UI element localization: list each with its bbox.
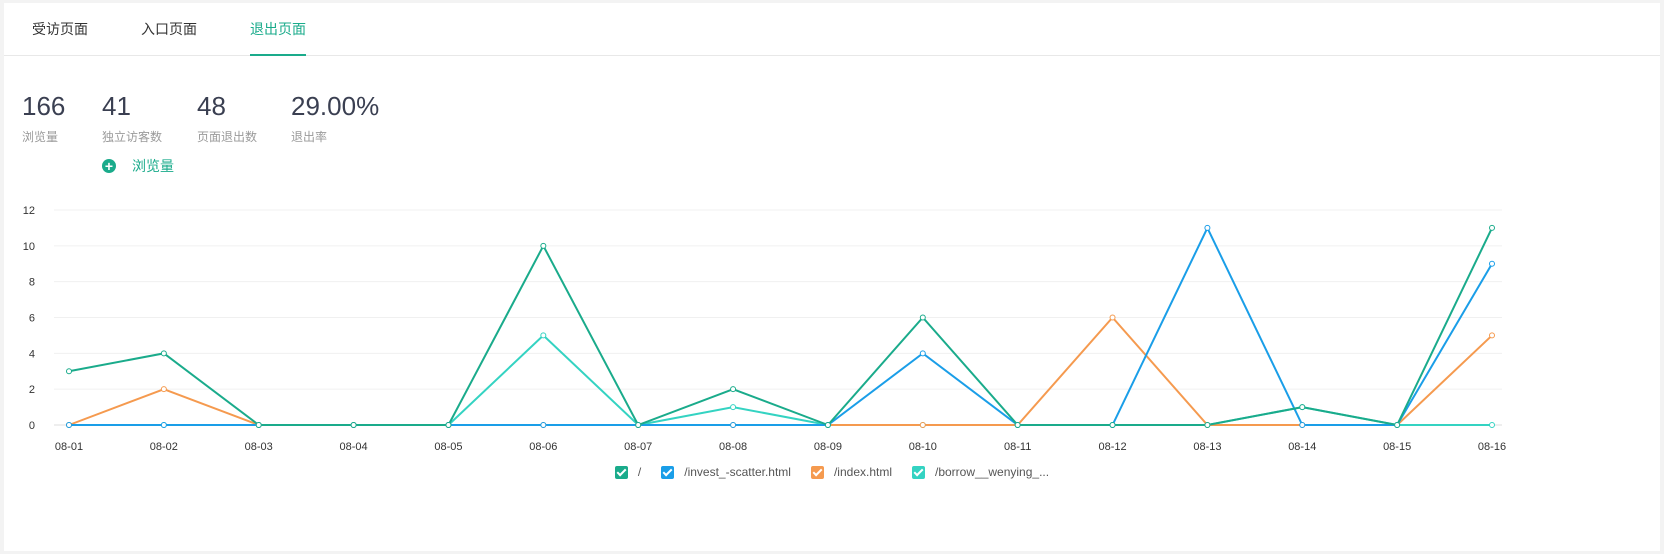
x-tick-label: 08-11 <box>1004 441 1031 453</box>
data-point <box>66 422 72 428</box>
data-point <box>540 332 547 339</box>
legend-checkbox-icon <box>614 465 628 479</box>
legend-label: /index.html <box>833 465 892 479</box>
data-point <box>919 422 926 428</box>
x-tick-label: 08-16 <box>1478 441 1506 453</box>
y-tick-label: 8 <box>29 277 35 289</box>
data-point <box>1299 404 1306 411</box>
data-point <box>540 242 547 249</box>
x-tick-label: 08-04 <box>340 441 368 453</box>
y-tick-label: 12 <box>23 205 35 217</box>
data-point <box>919 314 926 321</box>
x-tick-label: 08-08 <box>719 441 747 453</box>
data-point <box>919 350 926 357</box>
legend-checkbox-icon <box>661 465 675 479</box>
y-tick-label: 0 <box>29 420 35 432</box>
data-point <box>1204 422 1211 428</box>
chart-legend: / /invest_-scatter.html/index.html/borrow… <box>4 465 1660 479</box>
y-tick-label: 6 <box>29 313 35 325</box>
data-point <box>350 422 357 428</box>
data-point <box>1204 224 1211 231</box>
data-point <box>1109 314 1116 321</box>
legend-item[interactable]: /invest_-scatter.html <box>661 465 791 479</box>
legend-item[interactable]: /index.html <box>810 465 892 479</box>
data-point <box>1109 422 1116 428</box>
series-line <box>68 227 1493 427</box>
legend-item[interactable]: / <box>614 465 642 479</box>
series-line <box>68 315 1493 426</box>
data-point <box>635 422 642 428</box>
y-tick-label: 4 <box>29 348 35 360</box>
data-point <box>730 422 737 428</box>
data-point <box>1299 422 1306 428</box>
x-tick-label: 08-02 <box>150 441 178 453</box>
x-tick-label: 08-09 <box>814 441 842 453</box>
legend-label: /invest_-scatter.html <box>684 465 791 479</box>
y-tick-label: 10 <box>23 241 35 253</box>
legend-checkbox-icon <box>912 465 925 479</box>
series-line <box>69 225 1493 426</box>
data-point <box>1394 422 1401 428</box>
data-point <box>1014 422 1021 428</box>
x-tick-label: 08-10 <box>909 441 937 453</box>
data-point <box>1489 332 1495 339</box>
legend-item[interactable]: /borrow__wenying_... <box>912 465 1049 479</box>
data-point <box>160 386 167 393</box>
x-tick-label: 08-07 <box>624 441 652 453</box>
y-tick-label: 2 <box>29 384 35 396</box>
data-point <box>445 422 452 428</box>
data-point <box>824 422 831 428</box>
data-point <box>1489 260 1495 267</box>
x-tick-label: 08-05 <box>434 441 462 453</box>
data-point <box>540 422 547 428</box>
data-point <box>66 368 72 375</box>
report-card: 受访页面 入口页面 退出页面 166 浏览量 41 独立访客数 48 页面退出数… <box>4 3 1660 551</box>
data-point <box>160 350 167 357</box>
data-point <box>255 422 262 428</box>
data-point <box>730 404 737 411</box>
x-tick-label: 08-03 <box>245 441 273 453</box>
x-tick-label: 08-15 <box>1383 441 1411 453</box>
data-point <box>1489 224 1495 231</box>
x-tick-label: 08-13 <box>1193 441 1221 453</box>
legend-label: /borrow__wenying_... <box>935 465 1050 479</box>
x-tick-label: 08-12 <box>1098 441 1126 453</box>
data-point <box>160 422 167 428</box>
legend-label: / <box>637 465 642 479</box>
legend-checkbox-icon <box>810 465 824 479</box>
data-point <box>730 386 737 393</box>
x-tick-label: 08-14 <box>1288 441 1316 453</box>
x-tick-label: 08-06 <box>529 441 557 453</box>
data-point <box>1489 422 1495 428</box>
x-tick-label: 08-01 <box>55 441 83 453</box>
